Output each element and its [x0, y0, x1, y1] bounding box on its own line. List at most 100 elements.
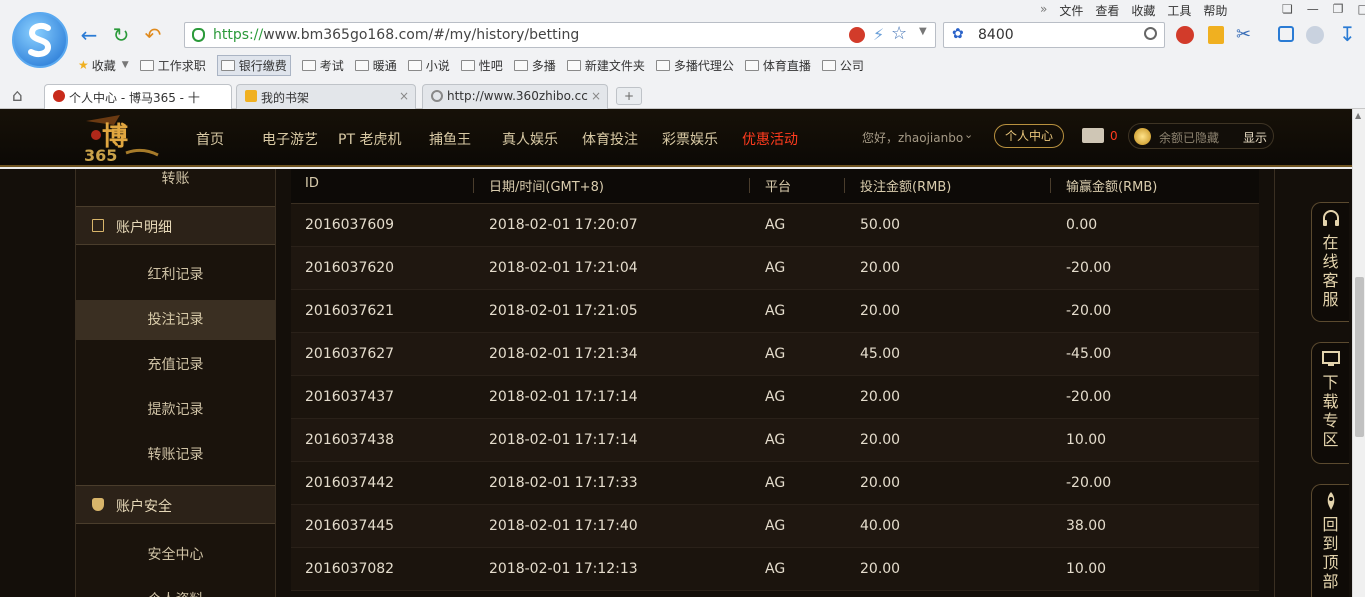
sidebar-item-withdrawal-records[interactable]: 提款记录: [76, 390, 275, 430]
close-tab-icon[interactable]: ×: [399, 89, 409, 103]
restore-icon[interactable]: ❐: [1333, 2, 1344, 16]
table-row: 2016037620 2018-02-01 17:21:04 AG 20.00 -20.…: [291, 247, 1259, 290]
table-row: 2016037627 2018-02-01 17:21:34 AG 45.00 -45.…: [291, 333, 1259, 376]
adblock-icon[interactable]: [1176, 26, 1194, 44]
bookmark-folder[interactable]: 新建文件夹: [566, 57, 645, 74]
online-service-button[interactable]: 在线客服: [1311, 202, 1349, 322]
cell-platform: AG: [765, 303, 786, 319]
block-icon[interactable]: [849, 27, 865, 43]
menu-tools[interactable]: 工具: [1167, 2, 1191, 18]
bookmark-folder[interactable]: 体育直播: [744, 57, 811, 74]
sidebar-item-profile[interactable]: 个人资料: [76, 580, 275, 597]
tab-personal-center[interactable]: 个人中心 - 博马365 - 十: [44, 84, 232, 109]
sidebar-item-security-center[interactable]: 安全中心: [76, 535, 275, 575]
sidebar-item-deposit-records[interactable]: 充值记录: [76, 345, 275, 385]
headset-icon: [1322, 210, 1339, 226]
sidebar-item-transfer-records[interactable]: 转账记录: [76, 435, 275, 475]
download-zone-button[interactable]: 下载专区: [1311, 342, 1349, 464]
folder-icon: [744, 59, 759, 71]
cell-datetime: 2018-02-01 17:17:14: [489, 389, 638, 405]
mail-icon[interactable]: [1082, 128, 1104, 143]
nav-home[interactable]: 首页: [196, 129, 224, 149]
bookmark-folder[interactable]: 多播: [513, 57, 556, 74]
cell-platform: AG: [765, 561, 786, 577]
cell-id: 2016037445: [305, 518, 395, 534]
nav-electronic-games[interactable]: 电子游艺: [262, 129, 318, 149]
bookmark-favorites[interactable]: ★ 收藏 ▼: [78, 57, 129, 74]
page-scrollbar[interactable]: ▲: [1352, 109, 1365, 597]
lightning-icon[interactable]: ⚡: [873, 25, 884, 44]
column-header-id: ID: [305, 176, 319, 191]
extension-icon[interactable]: [1208, 26, 1224, 44]
refresh-icon[interactable]: ↻: [110, 24, 132, 46]
cell-datetime: 2018-02-01 17:17:40: [489, 518, 638, 534]
nav-fishing-king[interactable]: 捕鱼王: [429, 129, 471, 149]
more-icon[interactable]: [1306, 26, 1324, 44]
sidebar-section-account-security[interactable]: 账户安全: [76, 485, 275, 524]
sidebar-item-transfer[interactable]: 转账: [76, 169, 275, 190]
scroll-thumb[interactable]: [1355, 277, 1364, 437]
menu-favorites[interactable]: 收藏: [1131, 2, 1155, 18]
sidebar-item-bonus-records[interactable]: 红利记录: [76, 255, 275, 295]
bookmark-folder[interactable]: 暖通: [354, 57, 397, 74]
cell-platform: AG: [765, 217, 786, 233]
search-box[interactable]: ✿ 8400: [943, 22, 1165, 48]
new-tab-button[interactable]: +: [616, 87, 642, 105]
dropdown-icon[interactable]: ▼: [919, 26, 927, 37]
chevron-down-icon[interactable]: ⌄: [964, 128, 973, 141]
screenshot-icon[interactable]: [1278, 26, 1294, 42]
bookmark-label: 公司: [839, 58, 864, 73]
cell-bet-amount: 20.00: [860, 561, 901, 577]
bookmark-folder[interactable]: 性吧: [460, 57, 503, 74]
user-greeting: 您好，zhaojianbo: [862, 131, 964, 145]
loading-icon: [431, 90, 443, 102]
cell-win-loss: 10.00: [1066, 561, 1107, 577]
bookmark-folder[interactable]: 多播代理公: [655, 57, 734, 74]
bookmark-folder[interactable]: 工作求职: [139, 57, 206, 74]
bookmark-folder[interactable]: 银行缴费: [216, 54, 291, 76]
back-arrow-icon[interactable]: ←: [78, 24, 100, 46]
menu-view[interactable]: 查看: [1095, 2, 1119, 18]
cell-bet-amount: 20.00: [860, 260, 901, 276]
search-input[interactable]: 8400: [978, 27, 1014, 43]
browser-logo-icon[interactable]: [12, 12, 68, 68]
bookmark-folder[interactable]: 小说: [407, 57, 450, 74]
star-icon[interactable]: ☆: [891, 23, 907, 44]
bookmark-folder[interactable]: 公司: [821, 57, 864, 74]
minimize-icon[interactable]: —: [1307, 2, 1319, 16]
monitor-icon: [1321, 351, 1340, 366]
table-row: 2016037609 2018-02-01 17:20:07 AG 50.00 0.00: [291, 204, 1259, 247]
home-icon[interactable]: ⌂: [12, 86, 23, 106]
cell-platform: AG: [765, 475, 786, 491]
address-bar[interactable]: https://www.bm365go168.com/#/my/history/…: [184, 22, 936, 48]
bookmark-label: 工作求职: [157, 58, 206, 73]
tab-360zhibo[interactable]: http://www.360zhibo.cc ×: [422, 84, 608, 109]
back-to-top-button[interactable]: 回到顶部: [1311, 484, 1349, 597]
close-tab-icon[interactable]: ×: [588, 89, 601, 103]
maximize-icon[interactable]: □: [1358, 2, 1365, 16]
bookmark-label: 暖通: [372, 58, 397, 73]
nav-pt-slots[interactable]: PT 老虎机: [338, 129, 401, 149]
undo-icon[interactable]: ↶: [142, 24, 164, 46]
bookmark-folder[interactable]: 考试: [301, 57, 344, 74]
sidebar-item-betting-records[interactable]: 投注记录: [76, 300, 275, 340]
nav-promotions[interactable]: 优惠活动: [742, 129, 798, 149]
nav-sports-betting[interactable]: 体育投注: [582, 129, 638, 149]
nav-lottery[interactable]: 彩票娱乐: [662, 129, 718, 149]
cell-platform: AG: [765, 389, 786, 405]
show-balance-button[interactable]: 显示: [1243, 129, 1267, 146]
scissors-icon[interactable]: ✂: [1236, 24, 1251, 45]
sidebar-section-account-details[interactable]: 账户明细: [76, 206, 275, 245]
nav-live-casino[interactable]: 真人娱乐: [502, 129, 558, 149]
cell-platform: AG: [765, 260, 786, 276]
skin-icon[interactable]: ❏: [1282, 2, 1293, 16]
menu-help[interactable]: 帮助: [1203, 2, 1227, 18]
tab-bookshelf[interactable]: 我的书架 ×: [236, 84, 416, 109]
scroll-up-icon[interactable]: ▲: [1355, 111, 1361, 120]
menu-expand-icon[interactable]: »: [1040, 2, 1047, 18]
personal-center-button[interactable]: 个人中心: [994, 124, 1065, 148]
menu-file[interactable]: 文件: [1059, 2, 1083, 18]
download-icon[interactable]: ↧: [1339, 22, 1356, 46]
site-logo[interactable]: 博 365: [80, 111, 162, 165]
search-icon[interactable]: [1144, 27, 1157, 40]
